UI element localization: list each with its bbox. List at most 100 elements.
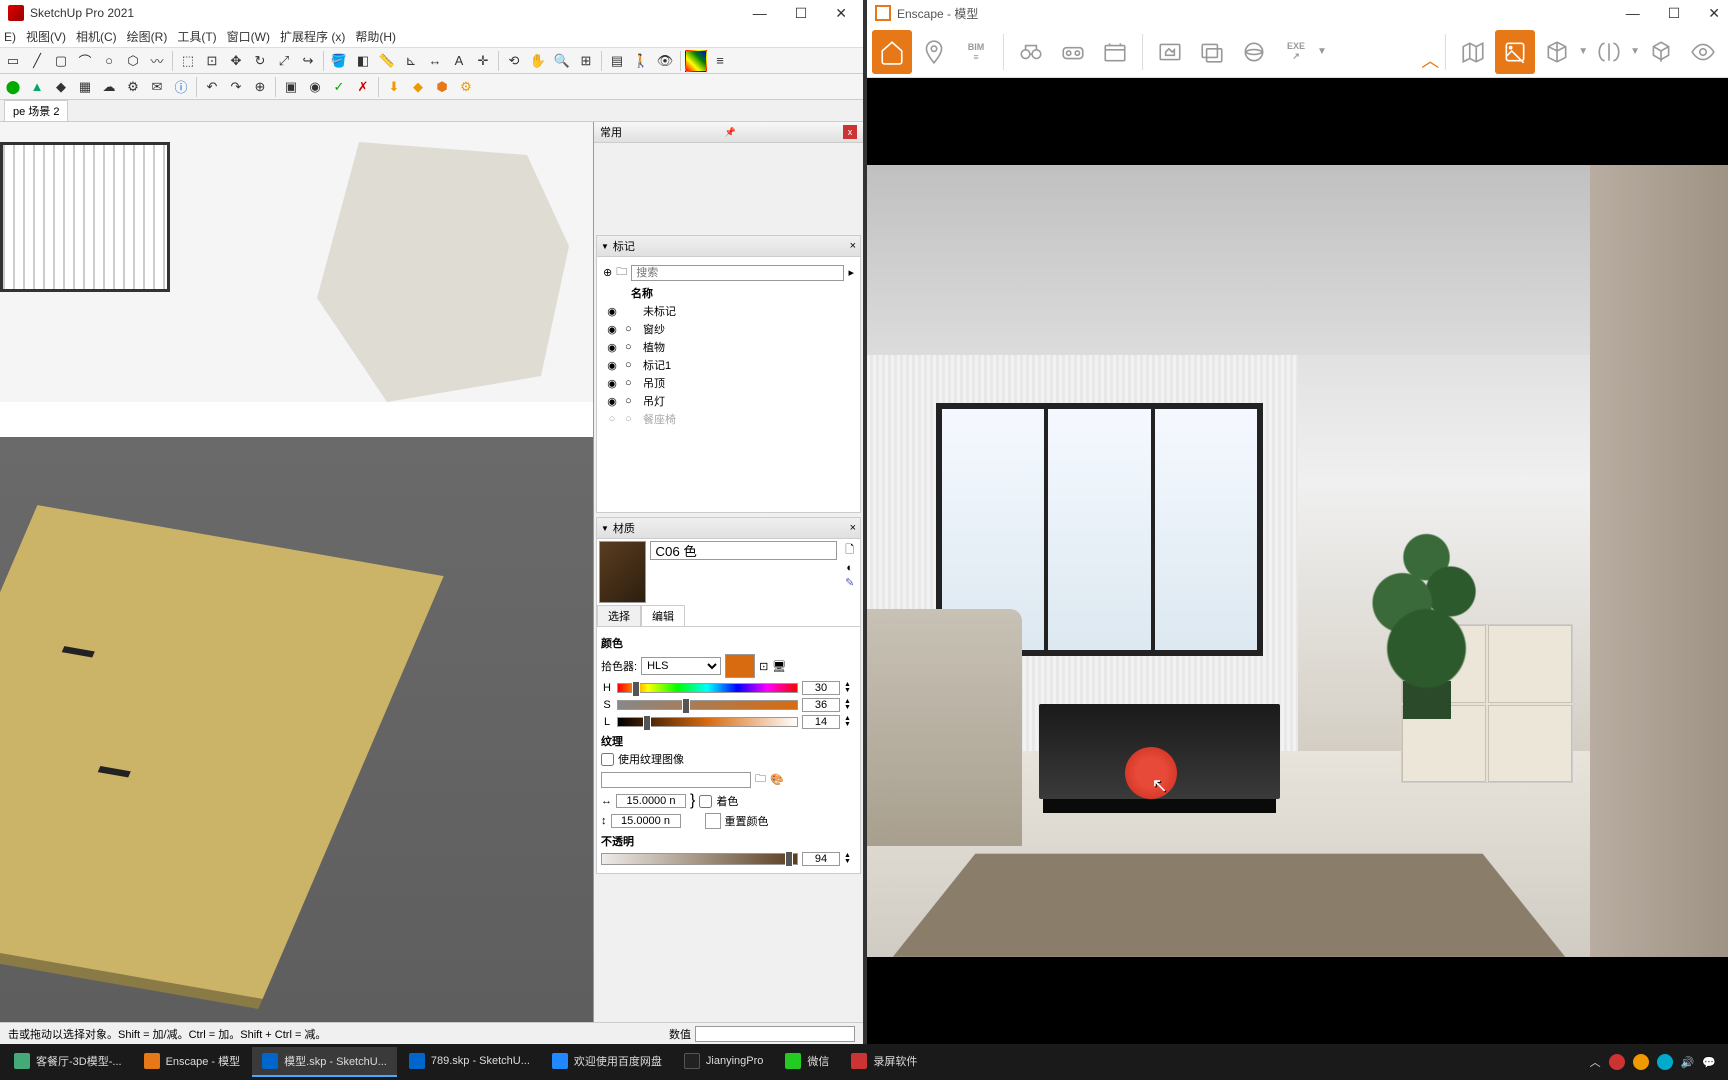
menu-edit[interactable]: E) <box>4 30 16 44</box>
export-exe-icon[interactable]: EXE↗ <box>1276 30 1316 74</box>
add-tag-icon[interactable]: ⊕ <box>603 266 612 279</box>
visibility-icon[interactable]: ◉ <box>605 359 619 372</box>
enscape-viewport[interactable] <box>867 78 1728 1044</box>
sat-input[interactable] <box>802 698 840 712</box>
task-item[interactable]: 模型.skp - SketchU... <box>252 1047 397 1077</box>
overlay-icon[interactable] <box>1495 30 1535 74</box>
colorize-checkbox[interactable] <box>699 795 712 808</box>
chevron-up-icon[interactable]: ︿ <box>1421 47 1439 73</box>
style-icon[interactable] <box>685 50 707 72</box>
maximize-button[interactable]: ☐ <box>795 5 808 22</box>
sample-paint-icon[interactable]: ◐ <box>846 562 853 574</box>
tab-select[interactable]: 选择 <box>597 605 641 626</box>
picker-mode-select[interactable]: HLS <box>641 657 721 675</box>
ext-icon-15[interactable]: ✗ <box>352 76 374 98</box>
binoculars-icon[interactable] <box>1011 30 1051 74</box>
opacity-spinner[interactable]: ▲▼ <box>844 853 856 865</box>
task-item[interactable]: 客餐厅-3D模型-... <box>4 1047 132 1077</box>
tag-row[interactable]: ◉○吊顶 <box>601 374 856 392</box>
ext-icon-12[interactable]: ▣ <box>280 76 302 98</box>
monitor-picker-icon[interactable]: 🖥 <box>772 660 786 673</box>
isolate-icon[interactable] <box>1641 30 1681 74</box>
materials-close-icon[interactable]: × <box>850 522 856 534</box>
look-icon[interactable]: 👁 <box>654 50 676 72</box>
line-icon[interactable]: ╱ <box>26 50 48 72</box>
visibility-icon[interactable]: ◉ <box>605 377 619 390</box>
edit-texture-icon[interactable]: 🎨 <box>770 773 784 786</box>
rotate-icon[interactable]: ↻ <box>249 50 271 72</box>
tape-icon[interactable]: 📏 <box>376 50 398 72</box>
tags-header[interactable]: 标记 × <box>597 236 860 257</box>
material-name-input[interactable] <box>650 541 837 560</box>
texture-path-input[interactable] <box>601 772 751 788</box>
ext-icon-8[interactable]: ⓘ <box>170 76 192 98</box>
tag-row[interactable]: ◉未标记 <box>601 302 856 320</box>
ext-icon-6[interactable]: ⚙ <box>122 76 144 98</box>
task-item[interactable]: Enscape - 模型 <box>134 1047 251 1077</box>
add-folder-icon[interactable]: 🗀 <box>616 263 627 282</box>
menu-extensions[interactable]: 扩展程序 (x) <box>280 28 345 45</box>
minimize-button[interactable]: — <box>1626 5 1640 22</box>
zoom-icon[interactable]: 🔍 <box>551 50 573 72</box>
eyedropper-icon[interactable]: ✎ <box>845 576 854 589</box>
pan-icon[interactable]: ✋ <box>527 50 549 72</box>
tray-icon[interactable] <box>1633 1054 1649 1070</box>
visibility-icon[interactable]: ◉ <box>605 305 619 318</box>
bim-icon[interactable]: BIM≡ <box>956 30 996 74</box>
batch-render-icon[interactable] <box>1192 30 1232 74</box>
ext-icon-17[interactable]: ◆ <box>407 76 429 98</box>
arc-icon[interactable]: ⌒ <box>74 50 96 72</box>
close-button[interactable]: ✕ <box>1708 5 1720 22</box>
dimension-icon[interactable]: ↔ <box>424 50 446 72</box>
ext-icon-16[interactable]: ⬇ <box>383 76 405 98</box>
light-input[interactable] <box>802 715 840 729</box>
vr-icon[interactable] <box>1053 30 1093 74</box>
paint-icon[interactable]: 🪣 <box>328 50 350 72</box>
close-button[interactable]: ✕ <box>835 5 847 22</box>
map-icon[interactable] <box>1453 30 1493 74</box>
circle-icon[interactable]: ○ <box>98 50 120 72</box>
offset-icon[interactable]: ⊡ <box>201 50 223 72</box>
texture-width-input[interactable] <box>616 794 686 808</box>
polygon-icon[interactable]: ⬡ <box>122 50 144 72</box>
pin-icon[interactable]: 📌 <box>725 127 736 138</box>
sketchup-viewport[interactable] <box>0 122 593 1022</box>
tag-row[interactable]: ◉○标记1 <box>601 356 856 374</box>
home-icon[interactable] <box>872 30 912 74</box>
ext-icon-7[interactable]: ✉ <box>146 76 168 98</box>
zoom-extents-icon[interactable]: ⊞ <box>575 50 597 72</box>
tray-record-icon[interactable] <box>1609 1054 1625 1070</box>
ext-icon-13[interactable]: ◉ <box>304 76 326 98</box>
task-item[interactable]: 欢迎使用百度网盘 <box>542 1047 672 1077</box>
visibility-icon[interactable]: ○ <box>605 413 619 425</box>
ext-icon-5[interactable]: ☁ <box>98 76 120 98</box>
tag-row[interactable]: ◉○吊灯 <box>601 392 856 410</box>
ext-icon-1[interactable]: ⬤ <box>2 76 24 98</box>
menu-draw[interactable]: 绘图(R) <box>127 28 168 45</box>
visibility-icon[interactable]: ◉ <box>605 395 619 408</box>
task-item[interactable]: 录屏软件 <box>841 1047 927 1077</box>
scene-tab-2[interactable]: pe 场景 2 <box>4 100 68 122</box>
visibility-icon[interactable]: ◉ <box>605 341 619 354</box>
box-icon[interactable] <box>1537 30 1577 74</box>
ext-icon-10[interactable]: ↷ <box>225 76 247 98</box>
freehand-icon[interactable]: 〰 <box>146 50 168 72</box>
opacity-input[interactable] <box>802 852 840 866</box>
create-material-icon[interactable]: 🗋 <box>845 541 854 560</box>
tags-search-input[interactable] <box>631 265 844 281</box>
sat-spinner[interactable]: ▲▼ <box>844 699 856 711</box>
use-texture-checkbox[interactable] <box>601 753 614 766</box>
menu-window[interactable]: 窗口(W) <box>227 28 270 45</box>
screenshot-icon[interactable] <box>1150 30 1190 74</box>
task-item[interactable]: 微信 <box>775 1047 839 1077</box>
menu-camera[interactable]: 相机(C) <box>76 28 117 45</box>
ext-icon-14[interactable]: ✓ <box>328 76 350 98</box>
tray-icon[interactable] <box>1657 1054 1673 1070</box>
pin-location-icon[interactable] <box>914 30 954 74</box>
axes-icon[interactable]: ✛ <box>472 50 494 72</box>
ext-icon-4[interactable]: ▦ <box>74 76 96 98</box>
orbit-icon[interactable]: ⟲ <box>503 50 525 72</box>
tag-row[interactable]: ◉○植物 <box>601 338 856 356</box>
text-icon[interactable]: A <box>448 50 470 72</box>
tags-close-icon[interactable]: × <box>850 240 856 252</box>
